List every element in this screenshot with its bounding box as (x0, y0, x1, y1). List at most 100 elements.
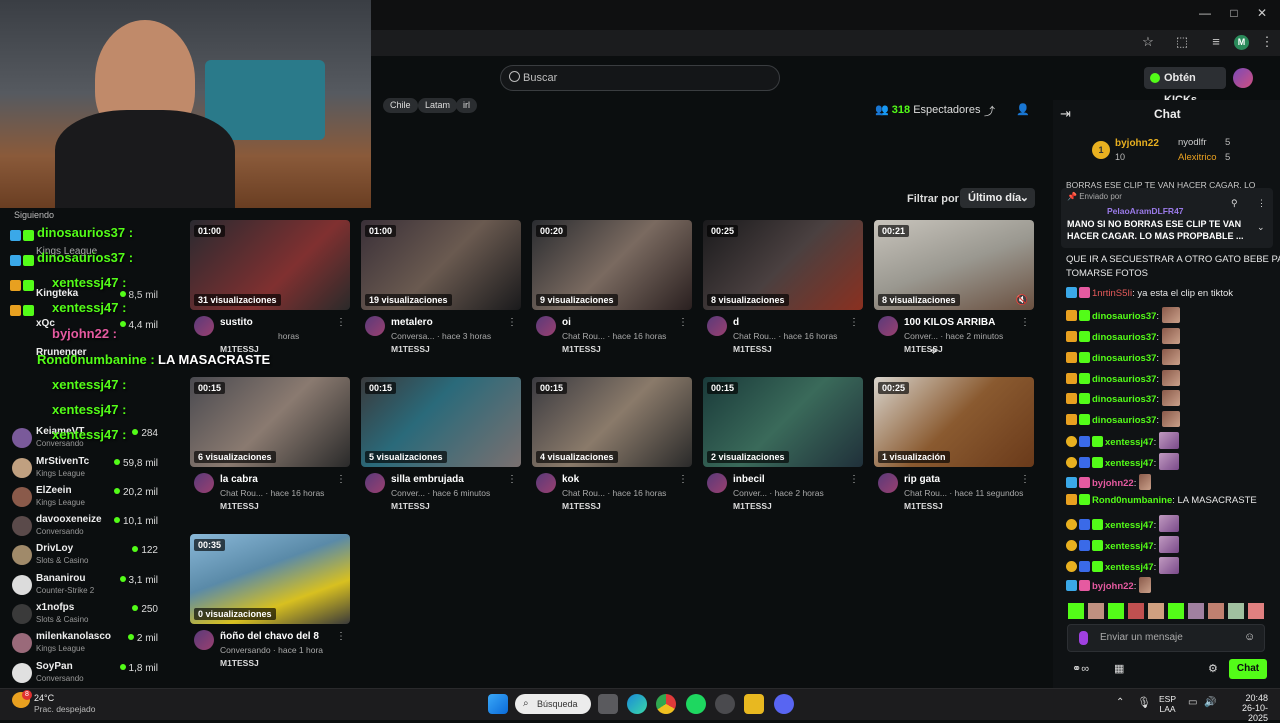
edge-browser-icon[interactable] (627, 694, 647, 714)
clip-user[interactable]: M1TESSJ (733, 344, 772, 354)
task-view-icon[interactable] (598, 694, 618, 714)
clip-user[interactable]: M1TESSJ (562, 501, 601, 511)
send-chat-button[interactable]: Chat (1229, 659, 1267, 679)
clip-card[interactable]: 00:25 8 visualizaciones d Chat Rou... · … (703, 220, 863, 354)
gifter-name[interactable]: byjohn22 (1115, 138, 1159, 149)
browser-profile-avatar[interactable]: M (1234, 35, 1249, 50)
sidebar-item[interactable]: Bananirou Counter-Strike 2 3,1 mil (12, 573, 160, 601)
close-window-button[interactable]: ✕ (1252, 6, 1272, 24)
more-options-icon[interactable]: ⋮ (1020, 317, 1030, 328)
more-options-icon[interactable]: ⋮ (1020, 474, 1030, 485)
clip-user[interactable]: M1TESSJ (904, 501, 943, 511)
roblox-icon[interactable] (744, 694, 764, 714)
clip-thumbnail[interactable]: 00:15 4 visualizaciones (532, 377, 692, 467)
stream-tag[interactable]: irl (456, 98, 477, 113)
clip-title[interactable]: sustito (220, 317, 253, 328)
search-input[interactable]: Buscar (500, 65, 780, 91)
store-icon[interactable]: ▦ (1114, 662, 1124, 675)
stream-tag[interactable]: Chile (383, 98, 418, 113)
clip-thumbnail[interactable]: 00:21 8 visualizaciones 🔇 (874, 220, 1034, 310)
social-link-icon[interactable]: ⚭∞ (1072, 662, 1089, 675)
discord-icon[interactable] (774, 694, 794, 714)
channel-avatar[interactable] (365, 473, 385, 493)
more-options-icon[interactable]: ⋮ (678, 317, 688, 328)
sidebar-item[interactable]: davooxeneize Conversando 10,1 mil (12, 514, 160, 542)
clip-thumbnail[interactable]: 00:15 6 visualizaciones (190, 377, 350, 467)
channel-avatar[interactable] (194, 316, 214, 336)
channel-avatar[interactable] (536, 473, 556, 493)
clip-card[interactable]: 00:35 0 visualizaciones ñoño del chavo d… (190, 534, 350, 668)
clip-title[interactable]: d (733, 317, 739, 328)
maximize-button[interactable]: □ (1224, 6, 1244, 24)
microphone-icon[interactable] (1079, 631, 1088, 645)
collapse-chat-icon[interactable]: ⇥ (1060, 106, 1071, 122)
clip-user[interactable]: M1TESSJ (220, 658, 259, 668)
language-indicator[interactable]: ESP LAA (1159, 694, 1176, 714)
clip-user[interactable]: M1TESSJ (220, 501, 259, 511)
chat-username[interactable]: xentessj47 (1105, 541, 1154, 552)
channel-avatar[interactable] (878, 316, 898, 336)
clip-card[interactable]: 00:21 8 visualizaciones 🔇 100 KILOS ARRI… (874, 220, 1034, 354)
chat-username[interactable]: xentessj47 (1105, 437, 1154, 448)
sidebar-item[interactable]: MrStivenTc Kings League 59,8 mil (12, 456, 160, 484)
gifter-name[interactable]: nyodlfr (1178, 137, 1207, 148)
chat-username[interactable]: dinosaurios37 (1092, 311, 1156, 322)
clip-thumbnail[interactable]: 01:00 19 visualizaciones (361, 220, 521, 310)
chat-username[interactable]: 1nrtinS5Ii (1092, 288, 1132, 299)
pinned-message[interactable]: 📌 Enviado por PelaoAramDLFR47 MANO SI NO… (1061, 188, 1273, 248)
clip-thumbnail[interactable]: 00:25 1 visualización (874, 377, 1034, 467)
sidebar-item[interactable]: DrivLoy Slots & Casino 122 (12, 543, 160, 571)
extensions-icon[interactable]: ⬚ (1173, 34, 1191, 52)
clip-card[interactable]: 00:15 4 visualizaciones kok Chat Rou... … (532, 377, 692, 511)
follow-user-icon[interactable]: 👤 (1016, 103, 1030, 116)
media-controls-icon[interactable]: ≡ (1207, 34, 1225, 52)
gifter-name[interactable]: Alexitrico (1178, 152, 1217, 163)
clip-thumbnail[interactable]: 00:20 9 visualizaciones (532, 220, 692, 310)
clip-card[interactable]: 00:20 9 visualizaciones oi Chat Rou... ·… (532, 220, 692, 354)
clip-title[interactable]: la cabra (220, 474, 258, 485)
more-options-icon[interactable]: ⋮ (507, 317, 517, 328)
chat-username[interactable]: xentessj47 (1105, 520, 1154, 531)
clip-card[interactable]: 00:25 1 visualización rip gata Chat Rou.… (874, 377, 1034, 511)
clock[interactable]: 20:48 26-10-2025 (1222, 693, 1268, 723)
sidebar-item[interactable]: ElZeein Kings League 20,2 mil (12, 485, 160, 513)
clip-title[interactable]: kok (562, 474, 579, 485)
obs-studio-icon[interactable] (715, 694, 735, 714)
microphone-tray-icon[interactable]: 🎙 (1137, 696, 1151, 709)
clip-user[interactable]: M1TESSJ (391, 501, 430, 511)
chat-username[interactable]: dinosaurios37 (1092, 374, 1156, 385)
channel-avatar[interactable] (707, 316, 727, 336)
clip-title[interactable]: metalero (391, 317, 433, 328)
clip-card[interactable]: 01:00 19 visualizaciones metalero Conver… (361, 220, 521, 354)
spotify-icon[interactable] (686, 694, 706, 714)
more-options-icon[interactable]: ⋮ (849, 474, 859, 485)
clip-card[interactable]: 00:15 6 visualizaciones la cabra Chat Ro… (190, 377, 350, 511)
more-options-icon[interactable]: ⋮ (849, 317, 859, 328)
emoji-icon[interactable]: ☺ (1244, 631, 1255, 643)
clip-thumbnail[interactable]: 00:15 2 visualizaciones (703, 377, 863, 467)
filter-select[interactable]: Último día ⌄ (960, 188, 1035, 208)
clip-title[interactable]: inbecil (733, 474, 765, 485)
chrome-browser-icon[interactable] (656, 694, 676, 714)
unpin-icon[interactable]: ⚲ (1231, 198, 1238, 209)
chat-username[interactable]: dinosaurios37 (1092, 332, 1156, 343)
clip-thumbnail[interactable]: 00:35 0 visualizaciones (190, 534, 350, 624)
mute-icon[interactable]: 🔇 (1016, 295, 1028, 306)
chat-username[interactable]: dinosaurios37 (1092, 415, 1156, 426)
chat-username[interactable]: xentessj47 (1105, 562, 1154, 573)
chat-username[interactable]: Rond0numbanine (1092, 495, 1172, 506)
stream-tag[interactable]: Latam (418, 98, 458, 113)
channel-avatar[interactable] (194, 630, 214, 650)
chat-username[interactable]: dinosaurios37 (1092, 353, 1156, 364)
sidebar-item[interactable]: milenkanolasco Kings League 2 mil (12, 631, 160, 659)
browser-menu-icon[interactable]: ⋮ (1258, 34, 1276, 52)
clip-thumbnail[interactable]: 00:25 8 visualizaciones (703, 220, 863, 310)
sidebar-item[interactable]: x1nofps Slots & Casino 250 (12, 602, 160, 630)
network-icon[interactable]: ▭ (1188, 697, 1197, 708)
chat-username[interactable]: xentessj47 (1105, 458, 1154, 469)
windows-start-icon[interactable] (488, 694, 508, 714)
clip-thumbnail[interactable]: 01:00 31 visualizaciones (190, 220, 350, 310)
chat-username[interactable]: byjohn22 (1092, 581, 1134, 592)
clip-card[interactable]: 00:15 2 visualizaciones inbecil Conver..… (703, 377, 863, 511)
channel-avatar[interactable] (194, 473, 214, 493)
